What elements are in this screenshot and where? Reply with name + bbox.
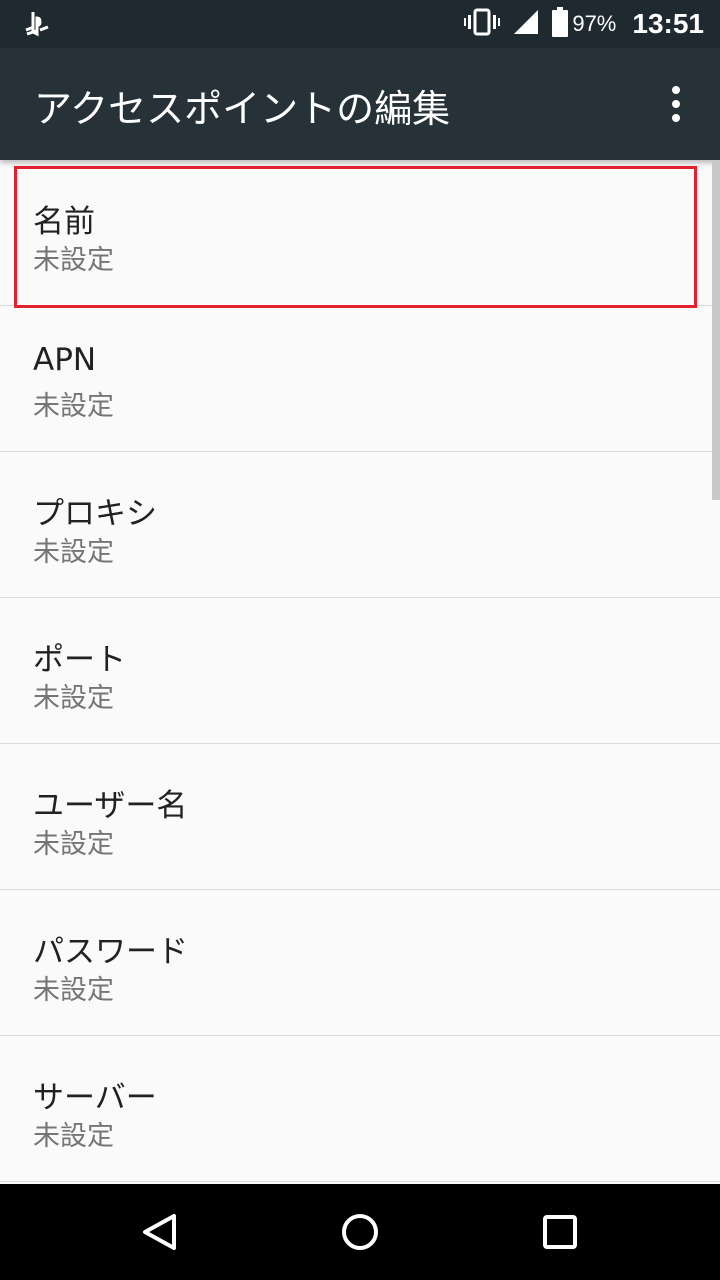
setting-summary: 未設定 — [33, 975, 114, 1006]
setting-summary: 未設定 — [33, 537, 114, 568]
setting-title: APN — [33, 342, 97, 378]
back-triangle-icon — [143, 1214, 176, 1250]
more-options-button[interactable] — [652, 74, 700, 134]
battery-icon — [552, 7, 569, 41]
setting-summary: 未設定 — [33, 245, 114, 276]
setting-summary: 未設定 — [33, 829, 114, 860]
setting-proxy[interactable]: プロキシ 未設定 — [0, 452, 720, 598]
setting-title: パスワード — [33, 934, 188, 970]
more-vert-icon — [672, 83, 680, 125]
setting-summary: 未設定 — [33, 1121, 114, 1152]
setting-title: ユーザー名 — [33, 788, 188, 824]
battery-percent: 97% — [572, 11, 617, 36]
home-button[interactable] — [328, 1200, 392, 1264]
scrollbar[interactable] — [712, 160, 720, 500]
setting-title: サーバー — [33, 1080, 157, 1116]
setting-title: プロキシ — [33, 496, 157, 532]
home-circle-icon — [342, 1214, 378, 1250]
setting-server[interactable]: サーバー 未設定 — [0, 1036, 720, 1182]
setting-name[interactable]: 名前 未設定 — [0, 160, 720, 306]
back-button[interactable] — [128, 1200, 192, 1264]
clock: 13:51 — [632, 8, 704, 39]
navigation-bar — [0, 1184, 720, 1280]
playstation-icon — [24, 10, 50, 38]
signal-icon — [512, 8, 540, 40]
recents-button[interactable] — [528, 1200, 592, 1264]
apn-settings-list: 名前 未設定 APN 未設定 プロキシ 未設定 ポート 未設定 ユーザー名 未設… — [0, 160, 720, 1184]
app-bar: アクセスポイントの編集 — [0, 48, 720, 160]
setting-port[interactable]: ポート 未設定 — [0, 598, 720, 744]
setting-title: ポート — [33, 642, 126, 678]
page-title: アクセスポイントの編集 — [34, 87, 451, 131]
setting-password[interactable]: パスワード 未設定 — [0, 890, 720, 1036]
status-icons: 97% 13:51 — [464, 0, 704, 48]
vibrate-icon — [464, 8, 501, 40]
setting-username[interactable]: ユーザー名 未設定 — [0, 744, 720, 890]
status-bar: 97% 13:51 — [0, 0, 720, 48]
setting-summary: 未設定 — [33, 683, 114, 714]
setting-apn[interactable]: APN 未設定 — [0, 306, 720, 452]
setting-summary: 未設定 — [33, 391, 114, 422]
recents-square-icon — [543, 1215, 577, 1249]
setting-title: 名前 — [33, 204, 95, 240]
